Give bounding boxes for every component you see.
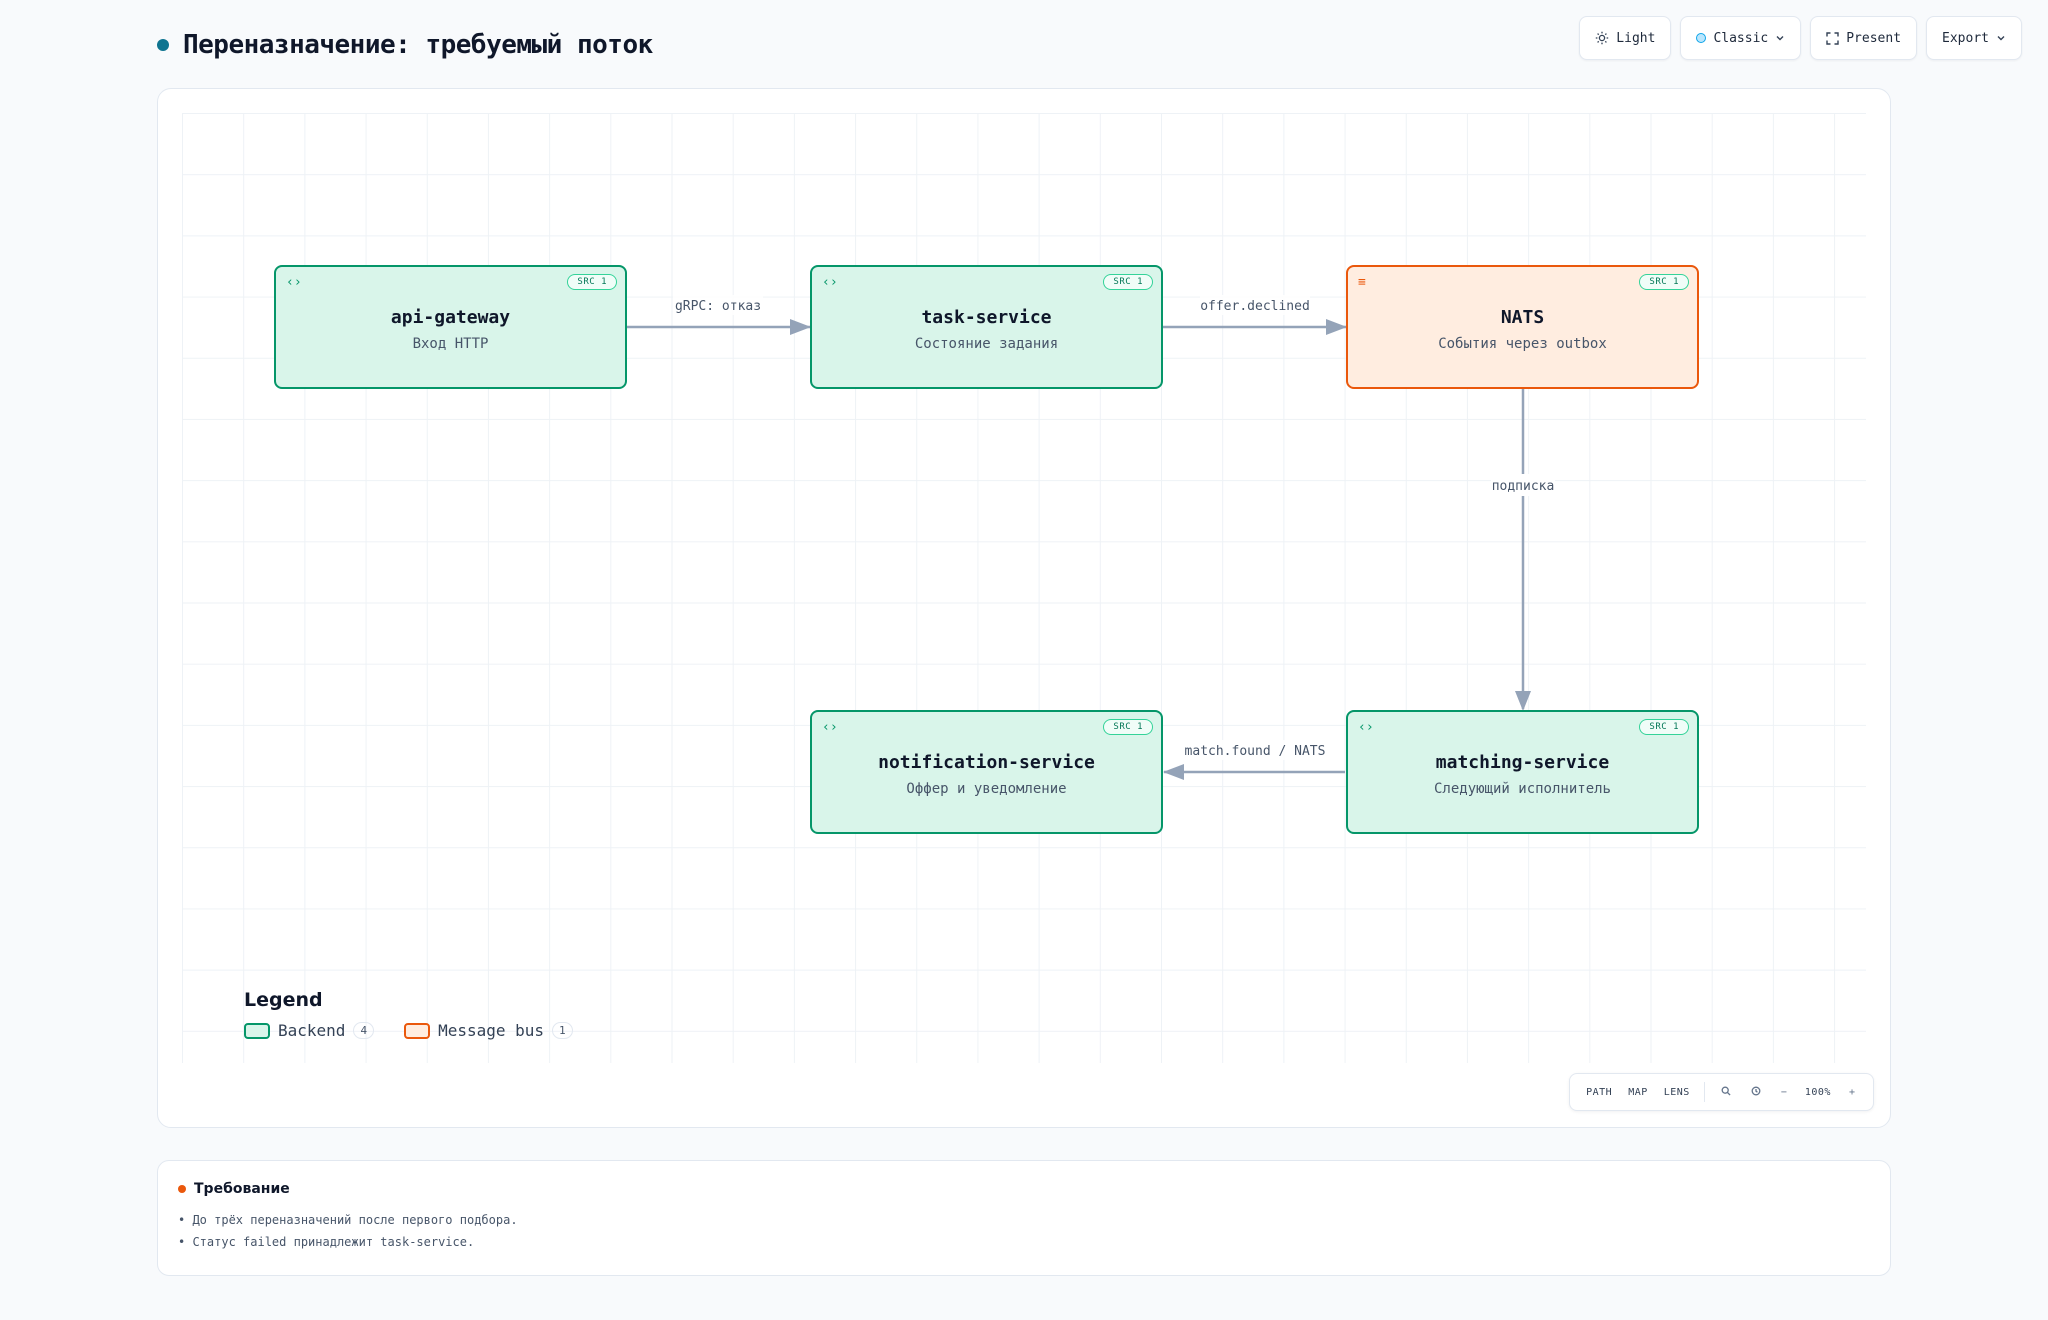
chevron-down-icon [1776, 36, 1784, 41]
node-subtitle: Следующий исполнитель [1433, 780, 1611, 797]
export-button[interactable]: Export [1926, 16, 2022, 60]
style-select[interactable]: Classic [1680, 16, 1802, 60]
node-subtitle: События через outbox [1438, 335, 1607, 352]
theme-toggle-button[interactable]: Light [1579, 16, 1672, 60]
requirement-title: Требование [194, 1181, 290, 1197]
list-item: • Статус failed принадлежит task-service… [178, 1235, 475, 1249]
code-icon: ‹› [286, 275, 302, 290]
src-badge: SRC 1 [567, 274, 617, 290]
node-title: NATS [1500, 306, 1545, 328]
node-title: task-service [921, 306, 1052, 328]
code-icon: ‹› [822, 275, 838, 290]
canvas-controls: PATH MAP LENS − 100% + [1569, 1073, 1874, 1111]
style-swatch-icon [1696, 33, 1707, 43]
node-task-service[interactable]: ‹› SRC 1 task-service Состояние задания [810, 265, 1163, 389]
node-title: matching-service [1435, 751, 1610, 773]
sun-icon [1596, 31, 1609, 45]
requirement-dot [178, 1185, 186, 1193]
legend: Legend Backend 4 Message bus 1 [244, 989, 573, 1040]
code-icon: ‹› [822, 720, 838, 735]
node-subtitle: Вход HTTP [412, 335, 489, 352]
requirement-panel: Требование • До трёх переназначений посл… [157, 1160, 1891, 1276]
node-title: api-gateway [390, 306, 511, 328]
legend-swatch [404, 1022, 431, 1039]
present-button[interactable]: Present [1810, 16, 1918, 60]
legend-count: 1 [552, 1022, 573, 1039]
list-item: • До трёх переназначений после первого п… [178, 1213, 518, 1227]
node-subtitle: Оффер и уведомление [906, 780, 1067, 797]
src-badge: SRC 1 [1639, 274, 1689, 290]
node-title: notification-service [878, 751, 1095, 773]
lens-toggle[interactable]: LENS [1658, 1087, 1696, 1098]
edge-nats-to-matching-service[interactable]: подписка [1491, 389, 1555, 711]
edge-api-gateway-to-task-service[interactable]: gRPC: отказ [627, 295, 811, 335]
legend-label: Message bus [438, 1021, 545, 1040]
legend-count: 4 [353, 1022, 375, 1039]
title-status-dot [157, 39, 169, 51]
edge-label: gRPC: отказ [675, 299, 761, 314]
divider [1703, 1082, 1705, 1102]
legend-item-backend[interactable]: Backend 4 [244, 1021, 375, 1040]
style-select-label: Classic [1713, 30, 1769, 46]
map-toggle[interactable]: MAP [1622, 1087, 1654, 1098]
edge-label: подписка [1492, 479, 1555, 494]
diagram-canvas[interactable]: gRPC: отказ offer.declined подписка matc… [157, 88, 1891, 1128]
search-icon[interactable] [1713, 1086, 1739, 1099]
node-matching-service[interactable]: ‹› SRC 1 matching-service Следующий испо… [1346, 710, 1699, 834]
zoom-level: 100% [1804, 1086, 1831, 1098]
theme-toggle-label: Light [1616, 30, 1656, 46]
edge-task-service-to-nats[interactable]: offer.declined [1163, 295, 1347, 335]
page-header: Переназначение: требуемый поток [157, 30, 653, 60]
chevron-down-icon [1997, 36, 2005, 41]
legend-item-message-bus[interactable]: Message bus 1 [404, 1021, 573, 1040]
node-subtitle: Состояние задания [914, 335, 1059, 352]
export-button-label: Export [1942, 30, 1989, 46]
legend-label: Backend [278, 1021, 346, 1040]
legend-title: Legend [244, 989, 323, 1011]
code-icon: ‹› [1358, 720, 1374, 735]
src-badge: SRC 1 [1639, 719, 1689, 735]
legend-swatch [244, 1022, 270, 1039]
edges-layer: gRPC: отказ offer.declined подписка matc… [627, 295, 1555, 780]
node-api-gateway[interactable]: ‹› SRC 1 api-gateway Вход HTTP [274, 265, 627, 389]
present-button-label: Present [1846, 30, 1902, 46]
node-nats[interactable]: ≡ SRC 1 NATS События через outbox [1346, 265, 1699, 389]
edge-label: offer.declined [1200, 299, 1310, 314]
zoom-out-button[interactable]: − [1773, 1087, 1795, 1098]
src-badge: SRC 1 [1103, 719, 1153, 735]
zoom-in-button[interactable]: + [1841, 1087, 1863, 1098]
menu-lines-icon: ≡ [1358, 275, 1366, 290]
requirement-list: • До трёх переназначений после первого п… [178, 1209, 1870, 1253]
src-badge: SRC 1 [1103, 274, 1153, 290]
page-title: Переназначение: требуемый поток [183, 30, 653, 60]
node-notification-service[interactable]: ‹› SRC 1 notification-service Оффер и ув… [810, 710, 1163, 834]
fullscreen-icon [1826, 31, 1839, 45]
path-toggle[interactable]: PATH [1580, 1087, 1618, 1098]
fit-view-icon[interactable] [1743, 1086, 1769, 1099]
edge-matching-service-to-notification-service[interactable]: match.found / NATS [1163, 740, 1345, 780]
toolbar: Light Classic Present Export [1579, 16, 2022, 60]
edge-label: match.found / NATS [1185, 744, 1326, 759]
